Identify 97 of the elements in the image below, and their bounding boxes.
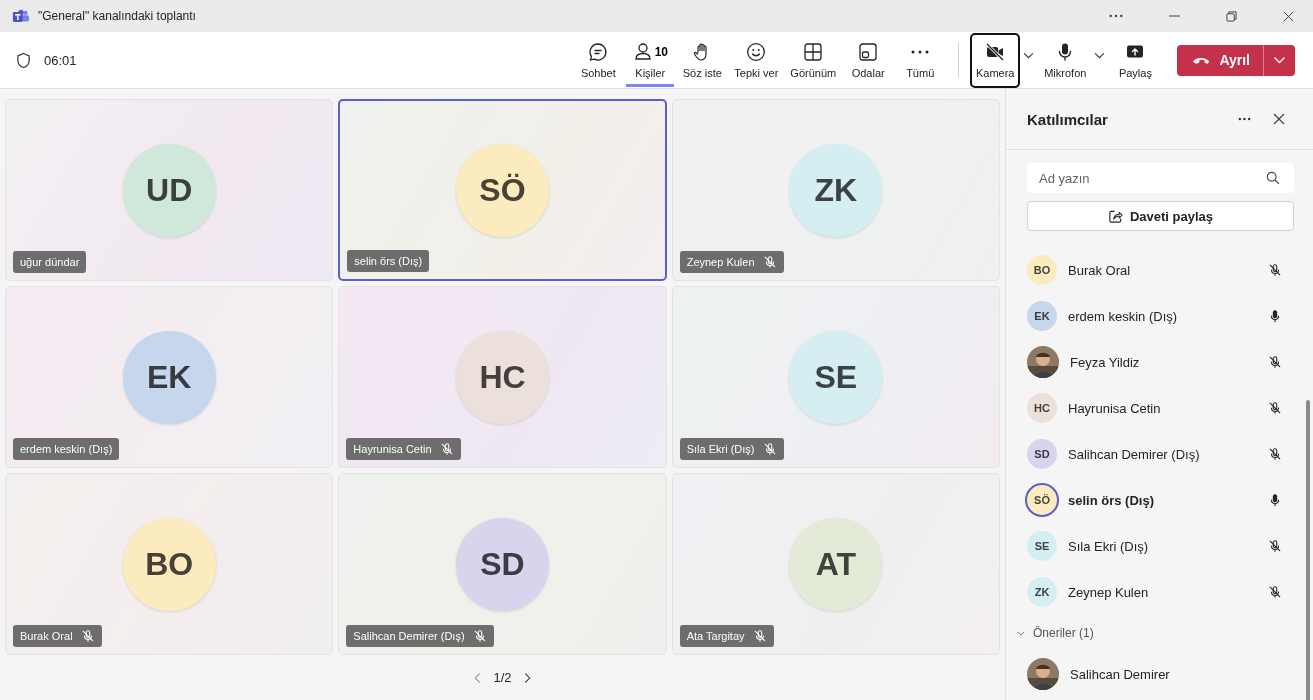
- smiley-icon: [746, 41, 767, 62]
- suggested-person-row[interactable]: Salihcan Demirer: [1027, 651, 1294, 697]
- app-logo-icon: [12, 8, 30, 24]
- name-tag: Burak Oral: [13, 625, 102, 647]
- close-icon[interactable]: [1273, 113, 1285, 125]
- name-tag: uğur dündar: [13, 251, 87, 273]
- muted-mic-icon: [1268, 401, 1282, 415]
- more-icon: [910, 49, 931, 54]
- avatar: SÖ: [1025, 483, 1059, 517]
- caret-icon[interactable]: [1023, 51, 1035, 59]
- shield-icon: [16, 51, 31, 69]
- smile-button[interactable]: Tepki ver: [730, 33, 783, 87]
- page-indicator: 1/2: [493, 670, 512, 685]
- more-options-icon[interactable]: [1109, 14, 1123, 18]
- mic-button[interactable]: Mikrofon: [1040, 33, 1091, 87]
- muted-mic-icon: [762, 255, 777, 269]
- muted-mic-icon: [1268, 585, 1282, 599]
- grid-button[interactable]: Görünüm: [786, 33, 841, 87]
- participant-row[interactable]: BO Burak Oral: [1027, 247, 1294, 293]
- rooms-button[interactable]: Odalar: [844, 33, 893, 87]
- restore-icon[interactable]: [1226, 10, 1237, 22]
- participant-name: selin örs (Dış): [1068, 492, 1154, 508]
- avatar: SÖ: [456, 143, 549, 237]
- participant-name: Feyza Yildiz: [1070, 354, 1140, 370]
- avatar: AT: [789, 517, 883, 611]
- camera-button[interactable]: Kamera: [971, 33, 1020, 87]
- caret-icon[interactable]: [1094, 51, 1106, 59]
- participant-row[interactable]: ZK Zeynep Kulen: [1027, 569, 1294, 615]
- muted-mic-icon: [1268, 447, 1282, 461]
- name-tag: erdem keskin (Dış): [13, 438, 120, 460]
- people-button[interactable]: 10 Kişiler: [626, 33, 675, 87]
- participant-row[interactable]: SE Sıla Ekri (Dış): [1027, 523, 1294, 569]
- muted-mic-icon: [762, 442, 777, 456]
- avatar: BO: [122, 517, 216, 611]
- close-icon[interactable]: [1283, 10, 1294, 22]
- avatar: ZK: [789, 143, 883, 237]
- participant-row[interactable]: SÖ selin örs (Dış): [1027, 477, 1294, 523]
- microphone-icon: [1268, 309, 1282, 323]
- muted-mic-icon: [1268, 355, 1282, 369]
- next-page-icon[interactable]: [523, 671, 531, 684]
- avatar: SD: [456, 517, 549, 611]
- person-icon: [632, 41, 653, 62]
- participant-name: Sıla Ekri (Dış): [1068, 538, 1149, 554]
- name-tag: Hayrunisa Cetin: [346, 438, 461, 460]
- participant-name: Zeynep Kulen: [1068, 584, 1149, 600]
- avatar: SE: [789, 330, 883, 424]
- muted-mic-icon: [1268, 539, 1282, 553]
- avatar: UD: [122, 143, 216, 237]
- share-button[interactable]: Paylaş: [1111, 33, 1160, 87]
- share-invite-button[interactable]: Daveti paylaş: [1027, 201, 1294, 231]
- more-button[interactable]: Tümü: [896, 33, 945, 87]
- avatar: HC: [1027, 393, 1057, 423]
- name-tag: Zeynep Kulen: [679, 251, 784, 273]
- chat-icon: [588, 41, 609, 62]
- muted-mic-icon: [472, 629, 487, 643]
- muted-mic-icon: [752, 629, 767, 643]
- muted-mic-icon: [439, 442, 454, 456]
- grid-icon: [803, 41, 824, 62]
- microphone-icon: [1268, 493, 1282, 507]
- name-tag: Sıla Ekri (Dış): [679, 438, 784, 460]
- share-icon: [1107, 208, 1123, 224]
- participant-name: Salihcan Demirer: [1070, 666, 1170, 682]
- avatar: HC: [456, 330, 549, 424]
- muted-mic-icon: [1268, 263, 1282, 277]
- participant-row[interactable]: HC Hayrunisa Cetin: [1027, 385, 1294, 431]
- participant-name: Salihcan Demirer (Dış): [1068, 446, 1200, 462]
- search-icon: [1266, 171, 1280, 185]
- name-tag: selin örs (Dış): [347, 250, 430, 272]
- camera-off-icon: [985, 41, 1006, 62]
- rooms-icon: [858, 41, 879, 62]
- participant-name: Hayrunisa Cetin: [1068, 400, 1161, 416]
- more-options-icon[interactable]: [1238, 117, 1251, 121]
- participant-row[interactable]: EK erdem keskin (Dış): [1027, 293, 1294, 339]
- hang-up-icon: [1192, 55, 1211, 65]
- suggestions-toggle[interactable]: Öneriler (1): [1017, 615, 1294, 651]
- leave-button[interactable]: Ayrıl: [1177, 44, 1295, 76]
- participant-row[interactable]: Feyza Yildiz: [1027, 339, 1294, 385]
- previous-page-icon[interactable]: [474, 671, 482, 684]
- muted-mic-icon: [80, 629, 95, 643]
- avatar: EK: [122, 330, 216, 424]
- avatar: SD: [1027, 439, 1057, 469]
- window-title: "General" kanalındaki toplantı: [38, 9, 196, 23]
- hand-button[interactable]: Söz iste: [678, 33, 727, 87]
- meeting-timer: 06:01: [44, 52, 77, 68]
- avatar: ZK: [1027, 577, 1057, 607]
- avatar: SE: [1027, 531, 1057, 561]
- participant-row[interactable]: SD Salihcan Demirer (Dış): [1027, 431, 1294, 477]
- chat-button[interactable]: Sohbet: [574, 33, 623, 87]
- avatar: BO: [1027, 255, 1057, 285]
- name-tag: Ata Targitay: [679, 625, 774, 647]
- participant-name: erdem keskin (Dış): [1068, 308, 1178, 324]
- avatar: EK: [1027, 301, 1057, 331]
- chevron-icon: [1017, 630, 1025, 636]
- name-tag: Salihcan Demirer (Dış): [346, 625, 494, 647]
- search-field[interactable]: Ad yazın: [1027, 163, 1294, 193]
- panel-title: Katılımcılar: [1027, 110, 1108, 128]
- participant-name: Burak Oral: [1068, 262, 1131, 278]
